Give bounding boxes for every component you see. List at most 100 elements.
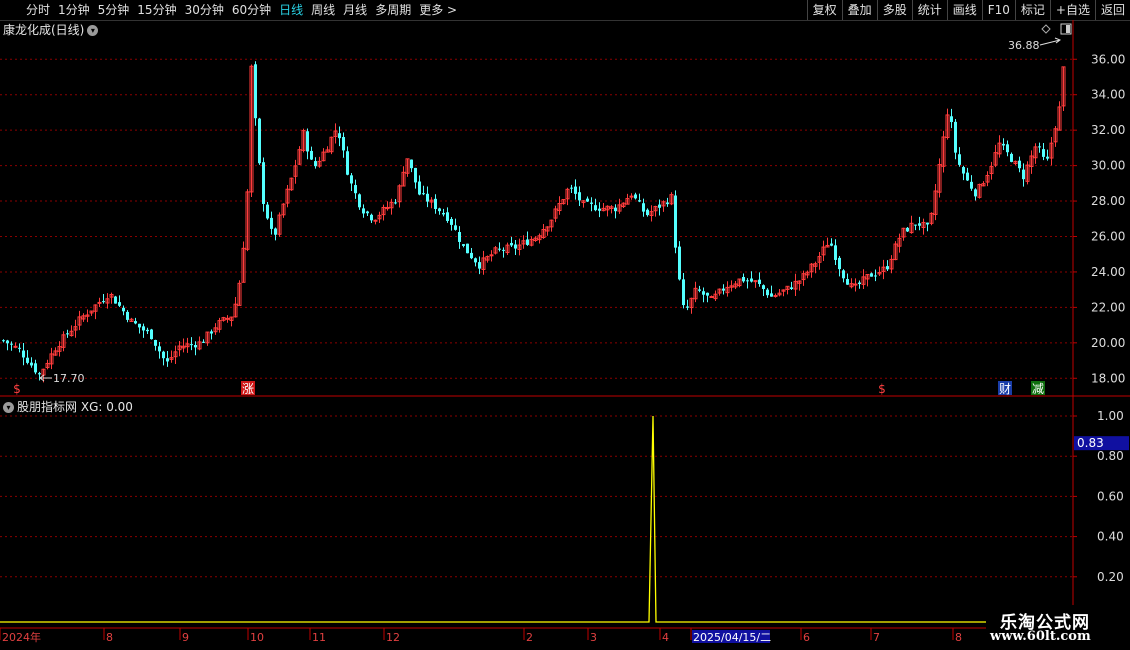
candle [321,148,326,162]
period-tab-7[interactable]: 周线 [307,0,339,20]
candle [249,64,254,197]
candle [849,278,854,289]
action-button-3[interactable]: 统计 [911,0,947,20]
period-tab-9[interactable]: 多周期 [371,0,415,20]
candle [297,146,302,165]
action-button-0[interactable]: 复权 [806,0,842,20]
low-arrow-icon [39,374,52,382]
candle [442,208,445,217]
candle [1057,101,1062,131]
x-tick-label: 9 [182,631,189,644]
current-value-label: 0.83 [1077,436,1104,450]
action-button-2[interactable]: 多股 [876,0,912,20]
y-tick-label: 18.00 [1091,371,1125,385]
candle [702,287,705,303]
chart-area[interactable]: 36.00 34.00 32.00 30.00 28.00 26.00 24.00 22.00… [0,0,1130,650]
period-tab-10[interactable]: 更多 > [415,0,461,20]
period-tab-2[interactable]: 5分钟 [94,0,134,20]
candle [129,317,134,322]
y-tick-label: 20.00 [1091,336,1125,350]
candle [258,117,261,165]
candle [89,310,94,316]
x-tick-label: 8 [106,631,113,644]
candle [241,241,246,283]
candle [954,118,957,160]
candle [233,297,238,318]
candle [858,280,861,289]
event-marker-3[interactable]: 财 [999,382,1011,396]
candle [977,183,982,199]
candle [842,269,845,283]
candle [342,132,345,158]
candle [169,350,174,363]
candle [926,222,929,232]
action-button-7[interactable]: +自选 [1049,0,1095,20]
chevron-down-icon[interactable]: ▾ [3,402,14,413]
candle [102,293,105,304]
candle [142,323,145,338]
candle [162,350,165,366]
candle [521,235,526,249]
action-button-4[interactable]: 画线 [946,0,982,20]
candle [958,147,961,167]
candle [621,202,626,208]
current-value-badge [1074,436,1129,451]
candle [194,341,197,356]
candle [601,202,606,212]
action-button-6[interactable]: 标记 [1014,0,1050,20]
period-tab-3[interactable]: 15分钟 [133,0,180,20]
candle [166,350,169,367]
candle [634,192,637,200]
candle [790,281,793,290]
candle [418,175,421,196]
candle [853,278,858,292]
candle [13,342,18,349]
candle [502,247,505,258]
candle [658,199,661,216]
candle [210,329,213,340]
period-toolbar: 分时 1分钟 5分钟 15分钟 30分钟 60分钟 日线 周线 月线 多周期 更多 > 复权 叠加 多股… [0,0,1130,21]
candle [889,255,894,274]
candle [181,338,186,353]
candle [66,329,69,338]
chevron-down-icon[interactable]: ▾ [87,25,99,36]
candle [825,237,830,248]
candle [750,271,753,283]
action-button-1[interactable]: 叠加 [841,0,877,20]
candle [1049,136,1054,166]
candle [225,315,230,323]
candle [830,238,833,247]
y-tick-label: 26.00 [1091,229,1125,243]
period-tab-0[interactable]: 分时 [22,0,54,20]
candle [1022,163,1025,187]
candle [221,316,226,322]
candle [229,316,234,327]
candle [114,295,117,304]
candle [1053,125,1058,147]
period-tab-1[interactable]: 1分钟 [54,0,94,20]
candle [981,181,986,187]
candle [970,175,973,191]
candle [405,158,410,177]
candle [929,212,934,226]
period-tab-8[interactable]: 月线 [339,0,371,20]
action-button-8[interactable]: 返回 [1094,0,1130,20]
event-marker-0[interactable]: $ [13,382,21,396]
candle [270,211,273,235]
candle [310,146,313,160]
period-tab-5[interactable]: 60分钟 [228,0,275,20]
action-button-5[interactable]: F10 [981,0,1015,20]
candle [478,256,481,275]
candle [493,245,498,255]
candle [350,172,353,192]
candle [770,285,773,297]
period-tab-6[interactable]: 日线 [275,0,307,20]
period-tab-4[interactable]: 30分钟 [181,0,228,20]
candle [362,204,365,218]
event-marker-2[interactable]: $ [878,382,886,396]
x-tick-label: 12 [386,631,400,644]
event-marker-4[interactable]: 减 [1032,382,1044,396]
event-marker-1[interactable]: 涨 [242,381,254,396]
candle [893,241,898,261]
candle [666,197,669,207]
